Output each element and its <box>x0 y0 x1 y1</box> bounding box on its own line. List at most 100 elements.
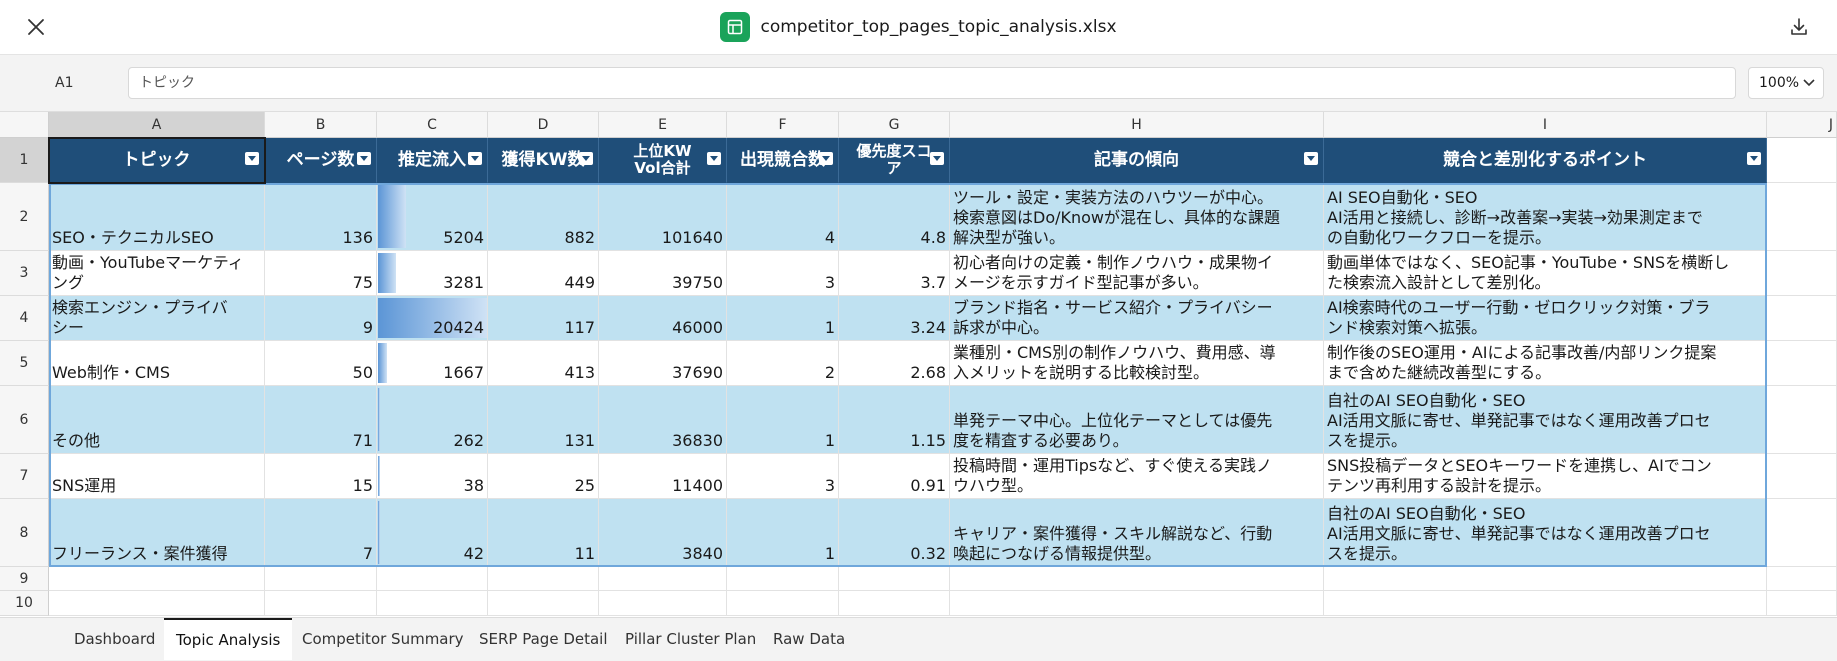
row-header-3[interactable]: 3 <box>0 251 49 296</box>
cell-competitors[interactable]: 3 <box>727 454 839 499</box>
column-header-g[interactable]: G <box>839 112 950 138</box>
filter-dropdown-icon[interactable] <box>707 152 721 165</box>
header-cell-diff[interactable]: 競合と差別化するポイント <box>1324 138 1767 183</box>
row-header-8[interactable]: 8 <box>0 499 49 567</box>
row-header-6[interactable]: 6 <box>0 386 49 454</box>
cell-kw[interactable]: 25 <box>488 454 599 499</box>
empty-cell[interactable] <box>265 591 377 616</box>
filter-dropdown-icon[interactable] <box>819 152 833 165</box>
cell-kw[interactable]: 11 <box>488 499 599 567</box>
empty-cell[interactable] <box>1767 591 1837 616</box>
tab-topic-analysis[interactable]: Topic Analysis <box>164 618 293 660</box>
select-all-corner[interactable] <box>0 112 49 138</box>
header-cell-topic[interactable]: トピック <box>49 138 265 183</box>
cell-trend[interactable]: ブランド指名・サービス紹介・プライバシー 訴求が中心。 <box>950 296 1324 341</box>
cell-pages[interactable]: 75 <box>265 251 377 296</box>
cell-diff[interactable]: 動画単体ではなく、SEO記事・YouTube・SNSを横断し た検索流入設計として… <box>1324 251 1767 296</box>
cell-competitors[interactable]: 4 <box>727 183 839 251</box>
row-header-7[interactable]: 7 <box>0 454 49 499</box>
empty-cell[interactable] <box>488 591 599 616</box>
empty-cell[interactable] <box>599 591 727 616</box>
cell-pages[interactable]: 50 <box>265 341 377 386</box>
cell-traffic[interactable]: 38 <box>377 454 488 499</box>
cell-topic[interactable]: SEO・テクニカルSEO <box>49 183 265 251</box>
header-cell-vol[interactable]: 上位KW Vol合計 <box>599 138 727 183</box>
cell-score[interactable]: 0.32 <box>839 499 950 567</box>
tab-dashboard[interactable]: Dashboard <box>74 618 155 660</box>
cell-vol[interactable]: 36830 <box>599 386 727 454</box>
column-header-c[interactable]: C <box>377 112 488 138</box>
tab-pillar-cluster-plan[interactable]: Pillar Cluster Plan <box>625 618 756 660</box>
column-header-i[interactable]: I <box>1324 112 1767 138</box>
cell-trend[interactable]: キャリア・案件獲得・スキル解説など、行動 喚起につなげる情報提供型。 <box>950 499 1324 567</box>
cell-topic[interactable]: フリーランス・案件獲得 <box>49 499 265 567</box>
cell-vol[interactable]: 3840 <box>599 499 727 567</box>
row-header-4[interactable]: 4 <box>0 296 49 341</box>
column-header-j[interactable]: J <box>1767 112 1837 138</box>
cell-competitors[interactable]: 1 <box>727 296 839 341</box>
cell-pages[interactable]: 7 <box>265 499 377 567</box>
filter-dropdown-icon[interactable] <box>1304 152 1318 165</box>
empty-cell[interactable] <box>1767 138 1837 183</box>
cell-score[interactable]: 3.7 <box>839 251 950 296</box>
cell-vol[interactable]: 46000 <box>599 296 727 341</box>
cell-score[interactable]: 4.8 <box>839 183 950 251</box>
cell-traffic[interactable]: 262 <box>377 386 488 454</box>
empty-cell[interactable] <box>1767 296 1837 341</box>
cell-traffic[interactable]: 1667 <box>377 341 488 386</box>
column-header-a[interactable]: A <box>49 112 265 138</box>
empty-cell[interactable] <box>265 567 377 591</box>
empty-cell[interactable] <box>727 567 839 591</box>
header-cell-competitors[interactable]: 出現競合数 <box>727 138 839 183</box>
header-cell-pages[interactable]: ページ数 <box>265 138 377 183</box>
column-header-f[interactable]: F <box>727 112 839 138</box>
row-header-5[interactable]: 5 <box>0 341 49 386</box>
column-header-d[interactable]: D <box>488 112 599 138</box>
column-header-e[interactable]: E <box>599 112 727 138</box>
cell-diff[interactable]: SNS投稿データとSEOキーワードを連携し、AIでコン テンツ再利用する設計を提示… <box>1324 454 1767 499</box>
cell-competitors[interactable]: 1 <box>727 386 839 454</box>
filter-dropdown-icon[interactable] <box>245 152 259 165</box>
cell-traffic[interactable]: 3281 <box>377 251 488 296</box>
row-header-10[interactable]: 10 <box>0 591 49 616</box>
tab-competitor-summary[interactable]: Competitor Summary <box>302 618 464 660</box>
cell-trend[interactable]: ツール・設定・実装方法のハウツーが中心。 検索意図はDo/Knowが混在し、具体的… <box>950 183 1324 251</box>
empty-cell[interactable] <box>727 591 839 616</box>
cell-diff[interactable]: 自社のAI SEO自動化・SEO AI活用文脈に寄せ、単発記事ではなく運用改善プロ… <box>1324 499 1767 567</box>
header-cell-kw[interactable]: 獲得KW数 <box>488 138 599 183</box>
filter-dropdown-icon[interactable] <box>579 152 593 165</box>
cell-kw[interactable]: 413 <box>488 341 599 386</box>
cell-traffic[interactable]: 42 <box>377 499 488 567</box>
header-cell-traffic[interactable]: 推定流入 <box>377 138 488 183</box>
cell-reference[interactable]: A1 <box>55 75 73 91</box>
empty-cell[interactable] <box>1767 499 1837 567</box>
cell-competitors[interactable]: 3 <box>727 251 839 296</box>
cell-score[interactable]: 2.68 <box>839 341 950 386</box>
cell-pages[interactable]: 9 <box>265 296 377 341</box>
empty-cell[interactable] <box>1767 567 1837 591</box>
row-header-9[interactable]: 9 <box>0 567 49 591</box>
empty-cell[interactable] <box>49 567 265 591</box>
cell-vol[interactable]: 101640 <box>599 183 727 251</box>
cell-traffic[interactable]: 5204 <box>377 183 488 251</box>
cell-vol[interactable]: 11400 <box>599 454 727 499</box>
cell-trend[interactable]: 単発テーマ中心。上位化テーマとしては優先 度を精査する必要あり。 <box>950 386 1324 454</box>
empty-cell[interactable] <box>599 567 727 591</box>
empty-cell[interactable] <box>1767 454 1837 499</box>
empty-cell[interactable] <box>377 567 488 591</box>
cell-topic[interactable]: Web制作・CMS <box>49 341 265 386</box>
cell-topic[interactable]: 検索エンジン・プライバ シー <box>49 296 265 341</box>
cell-trend[interactable]: 投稿時間・運用Tipsなど、すぐ使える実践ノ ウハウ型。 <box>950 454 1324 499</box>
empty-cell[interactable] <box>377 591 488 616</box>
cell-topic[interactable]: 動画・YouTubeマーケティ ング <box>49 251 265 296</box>
spreadsheet-grid[interactable]: A B C D E F G H I J 1 2 3 4 5 6 7 8 9 10… <box>0 112 1837 616</box>
cell-score[interactable]: 0.91 <box>839 454 950 499</box>
cell-score[interactable]: 1.15 <box>839 386 950 454</box>
filter-dropdown-icon[interactable] <box>357 152 371 165</box>
download-button[interactable] <box>1785 13 1813 41</box>
empty-cell[interactable] <box>950 567 1324 591</box>
empty-cell[interactable] <box>488 567 599 591</box>
cell-competitors[interactable]: 1 <box>727 499 839 567</box>
cell-pages[interactable]: 15 <box>265 454 377 499</box>
column-header-h[interactable]: H <box>950 112 1324 138</box>
